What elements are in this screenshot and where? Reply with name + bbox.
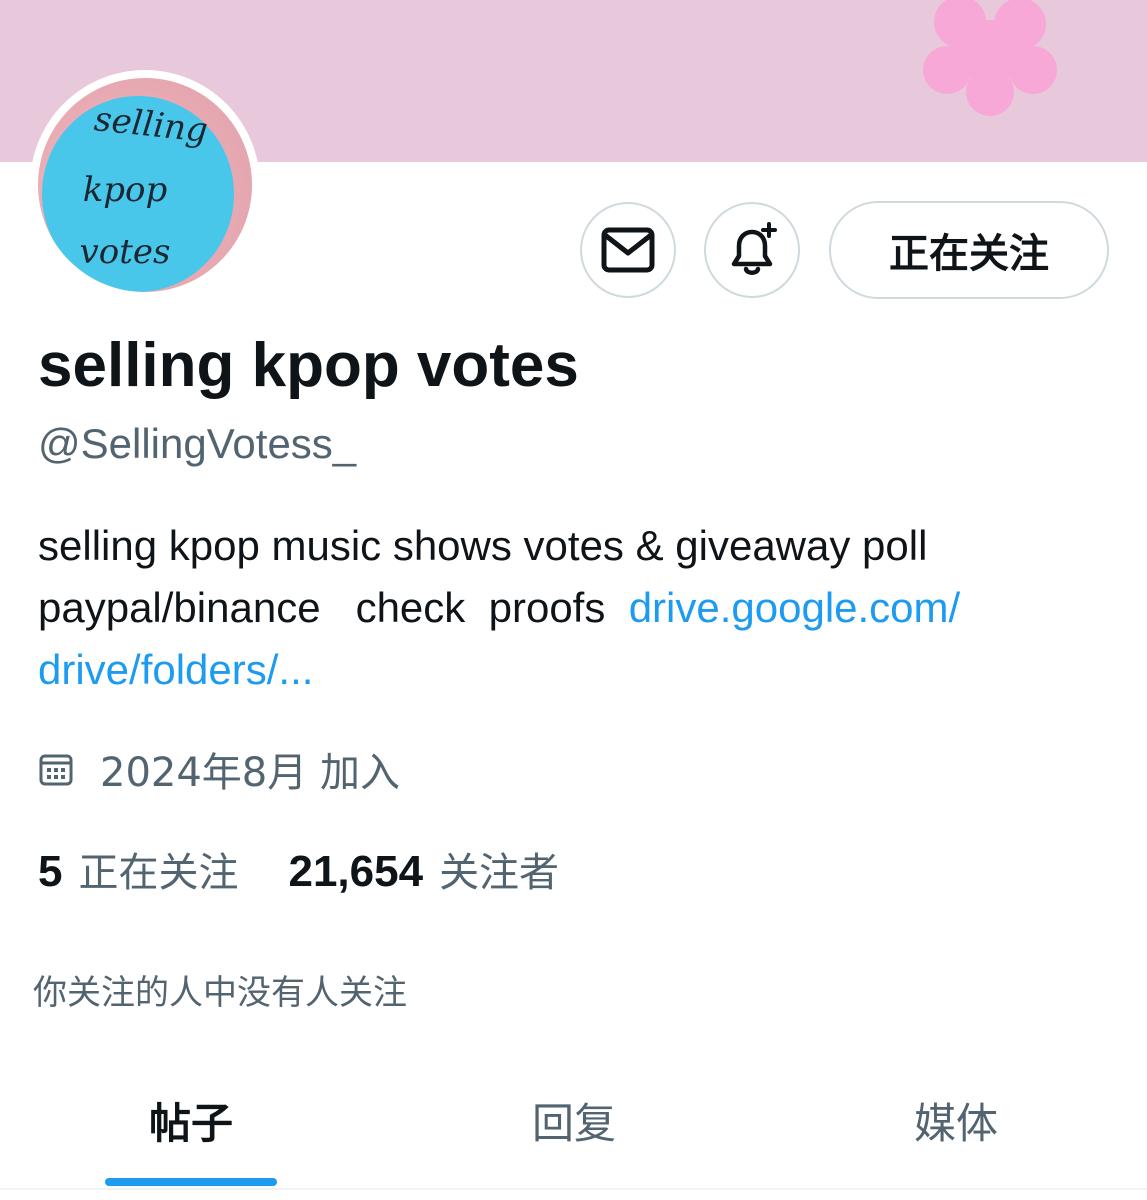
bio-link-continued[interactable]: drive/folders/... [38,639,1118,701]
profile-tabs: 帖子 回复 媒体 [0,1060,1147,1200]
profile-bio: selling kpop music shows votes & giveawa… [38,515,1118,701]
bio-link[interactable]: drive.google.com/ [629,584,961,631]
tab-media[interactable]: 媒体 [870,1090,1042,1151]
followers-count: 21,654 [288,847,424,896]
calendar-icon [39,754,73,786]
bio-line: paypal/binance check proofs drive.google… [38,577,1118,639]
follow-stats: 5 正在关注 21,654 关注者 [38,840,559,898]
active-tab-indicator [105,1178,277,1186]
avatar[interactable]: selling kpop votes [30,70,260,300]
bio-text: paypal/binance check proofs [38,584,629,631]
followers-stat[interactable]: 21,654 关注者 [288,840,559,898]
tab-posts[interactable]: 帖子 [105,1090,277,1151]
bell-plus-icon [731,222,777,275]
tabs-divider [0,1188,1147,1190]
following-count: 5 [38,847,63,896]
avatar-text-line: kpop [82,170,168,210]
display-name: selling kpop votes [38,331,579,400]
user-handle: @SellingVotess_ [38,420,357,467]
following-stat[interactable]: 5 正在关注 [38,840,238,898]
join-date: 2024年8月 加入 [38,740,400,798]
followers-label: 关注者 [439,850,560,896]
join-date-text: 2024年8月 加入 [100,750,400,796]
message-button[interactable] [580,202,676,298]
following-button[interactable]: 正在关注 [829,201,1109,299]
notify-button[interactable] [704,202,800,298]
mutual-followers-note: 你关注的人中没有人关注 [33,973,407,1013]
following-label: 正在关注 [78,850,239,896]
envelope-icon [601,227,655,273]
avatar-image: selling kpop votes [38,78,252,292]
flower-decoration [923,0,1057,116]
tab-replies[interactable]: 回复 [488,1090,660,1151]
avatar-text-line: votes [79,232,171,272]
bio-line: selling kpop music shows votes & giveawa… [38,522,928,569]
